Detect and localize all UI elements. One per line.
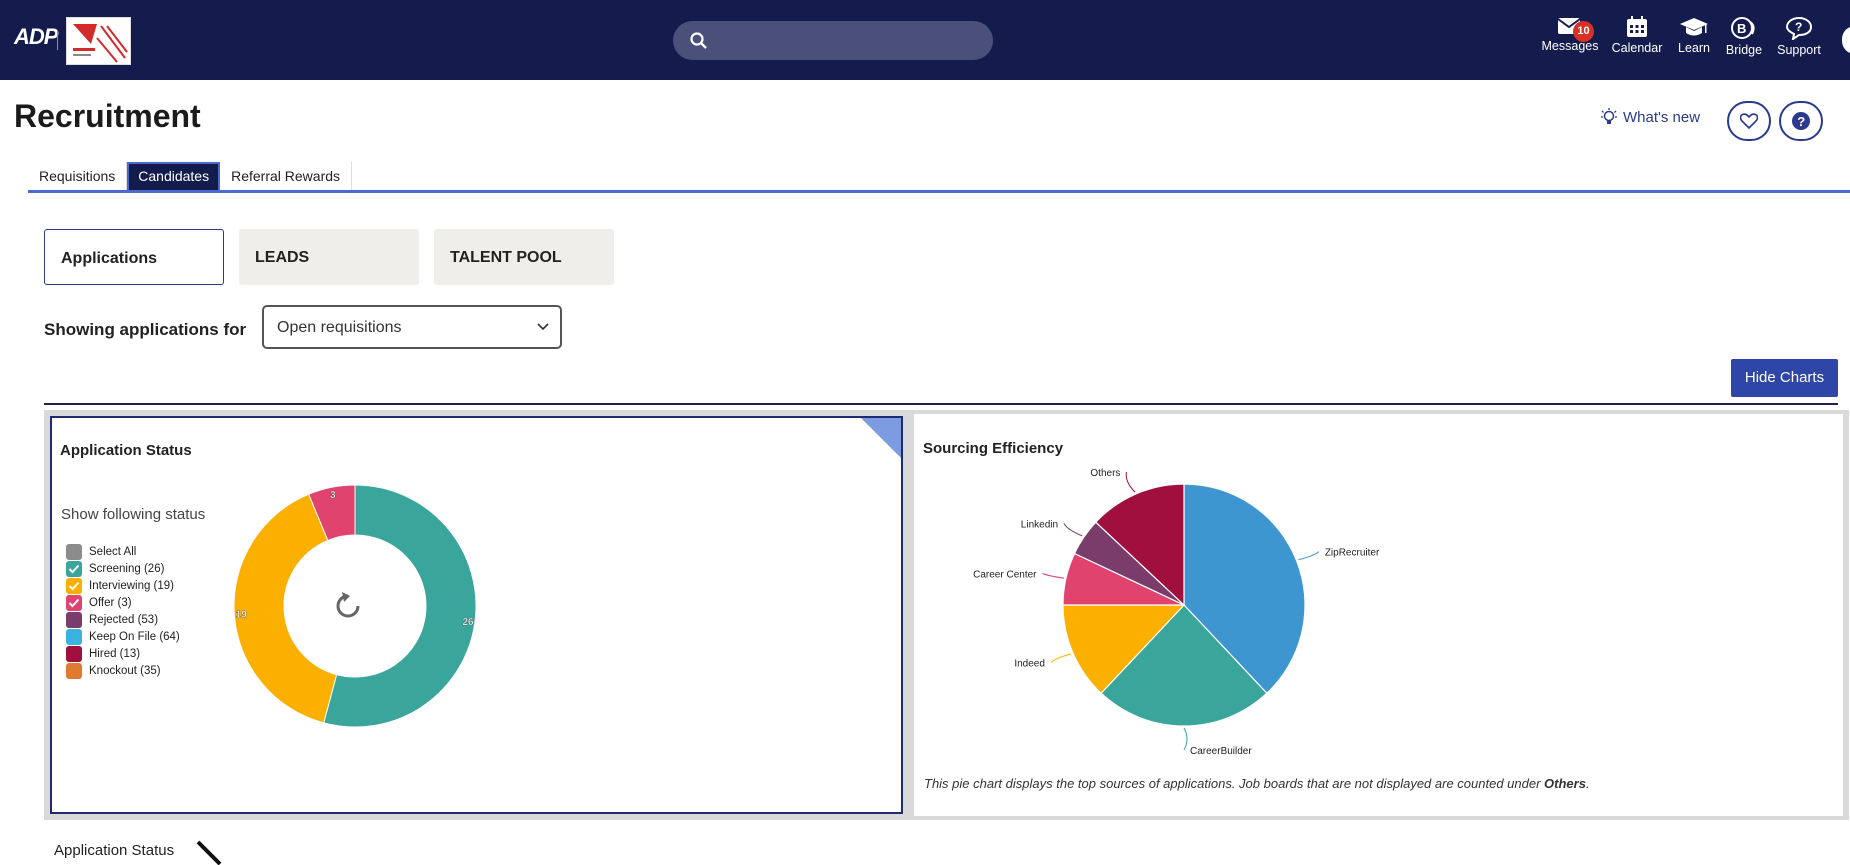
donut-data-label: 26 xyxy=(462,617,474,628)
pie-category-label: Linkedin xyxy=(1021,519,1058,530)
pie-leader-line xyxy=(1050,653,1072,663)
sourcing-note-text: This pie chart displays the top sources … xyxy=(924,776,1545,791)
pie-leader-line xyxy=(1042,572,1065,579)
pie-leader-line xyxy=(1183,727,1188,751)
donut-slice-interviewing[interactable] xyxy=(233,493,338,724)
donut-data-label: 19 xyxy=(236,609,248,620)
pie-leader-line xyxy=(1063,523,1083,537)
bottom-section-label: Application Status xyxy=(54,842,175,859)
sourcing-efficiency-pie: ZipRecruiter CareerBuilder Indeed Career Ce… xyxy=(973,468,1380,757)
charts-svg: 26 19 3 ZipRecruiter CareerBuilder Indeed Car… xyxy=(233,468,1380,757)
pie-leader-line xyxy=(1125,471,1136,493)
sourcing-note-suffix: . xyxy=(1585,776,1590,791)
pie-category-label: Others xyxy=(1090,468,1120,479)
pie-category-label: CareerBuilder xyxy=(1190,746,1252,757)
pie-category-label: Indeed xyxy=(1014,659,1045,670)
pie-category-label: Career Center xyxy=(973,569,1037,580)
donut-data-label: 3 xyxy=(330,490,336,501)
pie-category-label: ZipRecruiter xyxy=(1325,548,1380,559)
application-status-donut: 26 19 3 xyxy=(233,484,477,728)
reset-icon[interactable] xyxy=(336,592,360,618)
sourcing-note-bold: Others xyxy=(1544,776,1586,791)
sourcing-note: This pie chart displays the top sources … xyxy=(924,776,1590,791)
pie-leader-line xyxy=(1298,551,1320,561)
pencil-icon[interactable] xyxy=(196,840,222,865)
